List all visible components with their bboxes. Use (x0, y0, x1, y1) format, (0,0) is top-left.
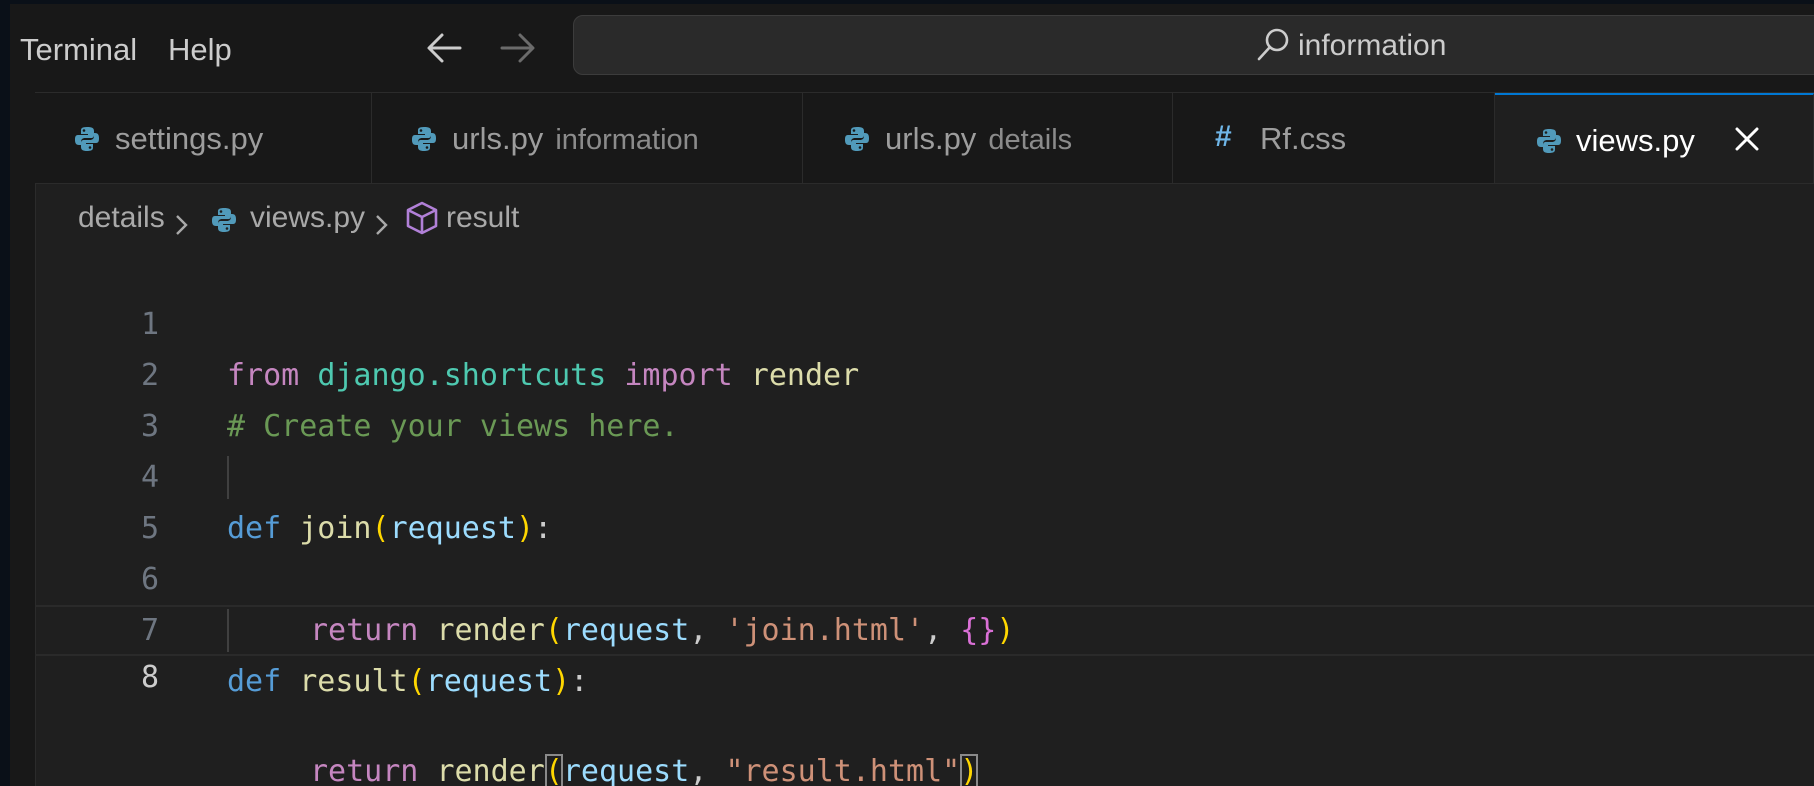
chevron-right-icon (172, 206, 192, 235)
command-center-search[interactable]: information (573, 15, 1814, 75)
tab-label: urls.py information (452, 121, 699, 156)
current-code-line: 8 return render(request, "result.html") (35, 605, 1814, 786)
chevron-right-icon (372, 206, 392, 235)
code-line: 2 # Create your views here. (35, 299, 1814, 444)
search-text: information (1298, 29, 1447, 62)
breadcrumb-symbol[interactable]: result (446, 196, 519, 240)
tab-label: urls.py details (885, 121, 1073, 156)
title-bar: Terminal Help information (10, 4, 1814, 93)
menu-terminal[interactable]: Terminal (20, 30, 137, 70)
indent-guide (227, 609, 229, 652)
tab-urls-py-information[interactable]: urls.py information (372, 93, 803, 183)
indent-guide (227, 456, 229, 499)
cube-icon (404, 200, 440, 236)
code-editor[interactable]: 1 from django.shortcuts import render 2 … (35, 248, 1814, 786)
code-line: 3 (35, 350, 1814, 444)
hash-icon: # (1215, 120, 1232, 153)
menu-help[interactable]: Help (168, 30, 232, 70)
code-line: 6 (35, 503, 1814, 597)
tab-description: details (988, 124, 1073, 156)
python-icon (73, 125, 101, 153)
search-icon (1254, 26, 1292, 64)
tab-settings-py[interactable]: settings.py (35, 93, 372, 183)
python-icon (210, 203, 238, 232)
python-icon (410, 125, 438, 153)
activity-rail (10, 92, 36, 786)
code-line: 7 def result(request): (35, 554, 1814, 699)
arrow-right-icon[interactable] (496, 26, 540, 70)
tab-views-py[interactable]: views.py (1495, 93, 1814, 183)
code-line: 4 def join(request): (35, 401, 1814, 546)
code-text: return render(request, "result.html") (310, 748, 979, 786)
bracket-match: ) (960, 754, 979, 786)
tab-rf-css[interactable]: # Rf.css (1173, 93, 1495, 183)
tab-description: information (555, 124, 699, 156)
tab-label: Rf.css (1260, 121, 1347, 156)
breadcrumb-folder[interactable]: details (78, 196, 165, 240)
bracket-match: ( (544, 754, 563, 786)
python-icon (843, 125, 871, 153)
line-number: 8 (140, 660, 159, 695)
code-text: def result(request): (227, 664, 589, 699)
python-icon (1535, 127, 1563, 155)
arrow-left-icon[interactable] (422, 26, 466, 70)
vscode-window: Terminal Help information settings.py ur… (10, 4, 1814, 786)
tab-label: settings.py (115, 121, 264, 156)
tab-urls-py-details[interactable]: urls.py details (803, 93, 1173, 183)
editor-tab-bar: settings.py urls.py information urls.py … (35, 93, 1814, 184)
close-icon[interactable] (1727, 119, 1767, 159)
code-line: 5 return render(request, 'join.html', {}… (35, 452, 1814, 648)
breadcrumb-file[interactable]: views.py (250, 196, 365, 240)
code-line: 1 from django.shortcuts import render (35, 248, 1814, 393)
tab-label: views.py (1576, 123, 1695, 158)
